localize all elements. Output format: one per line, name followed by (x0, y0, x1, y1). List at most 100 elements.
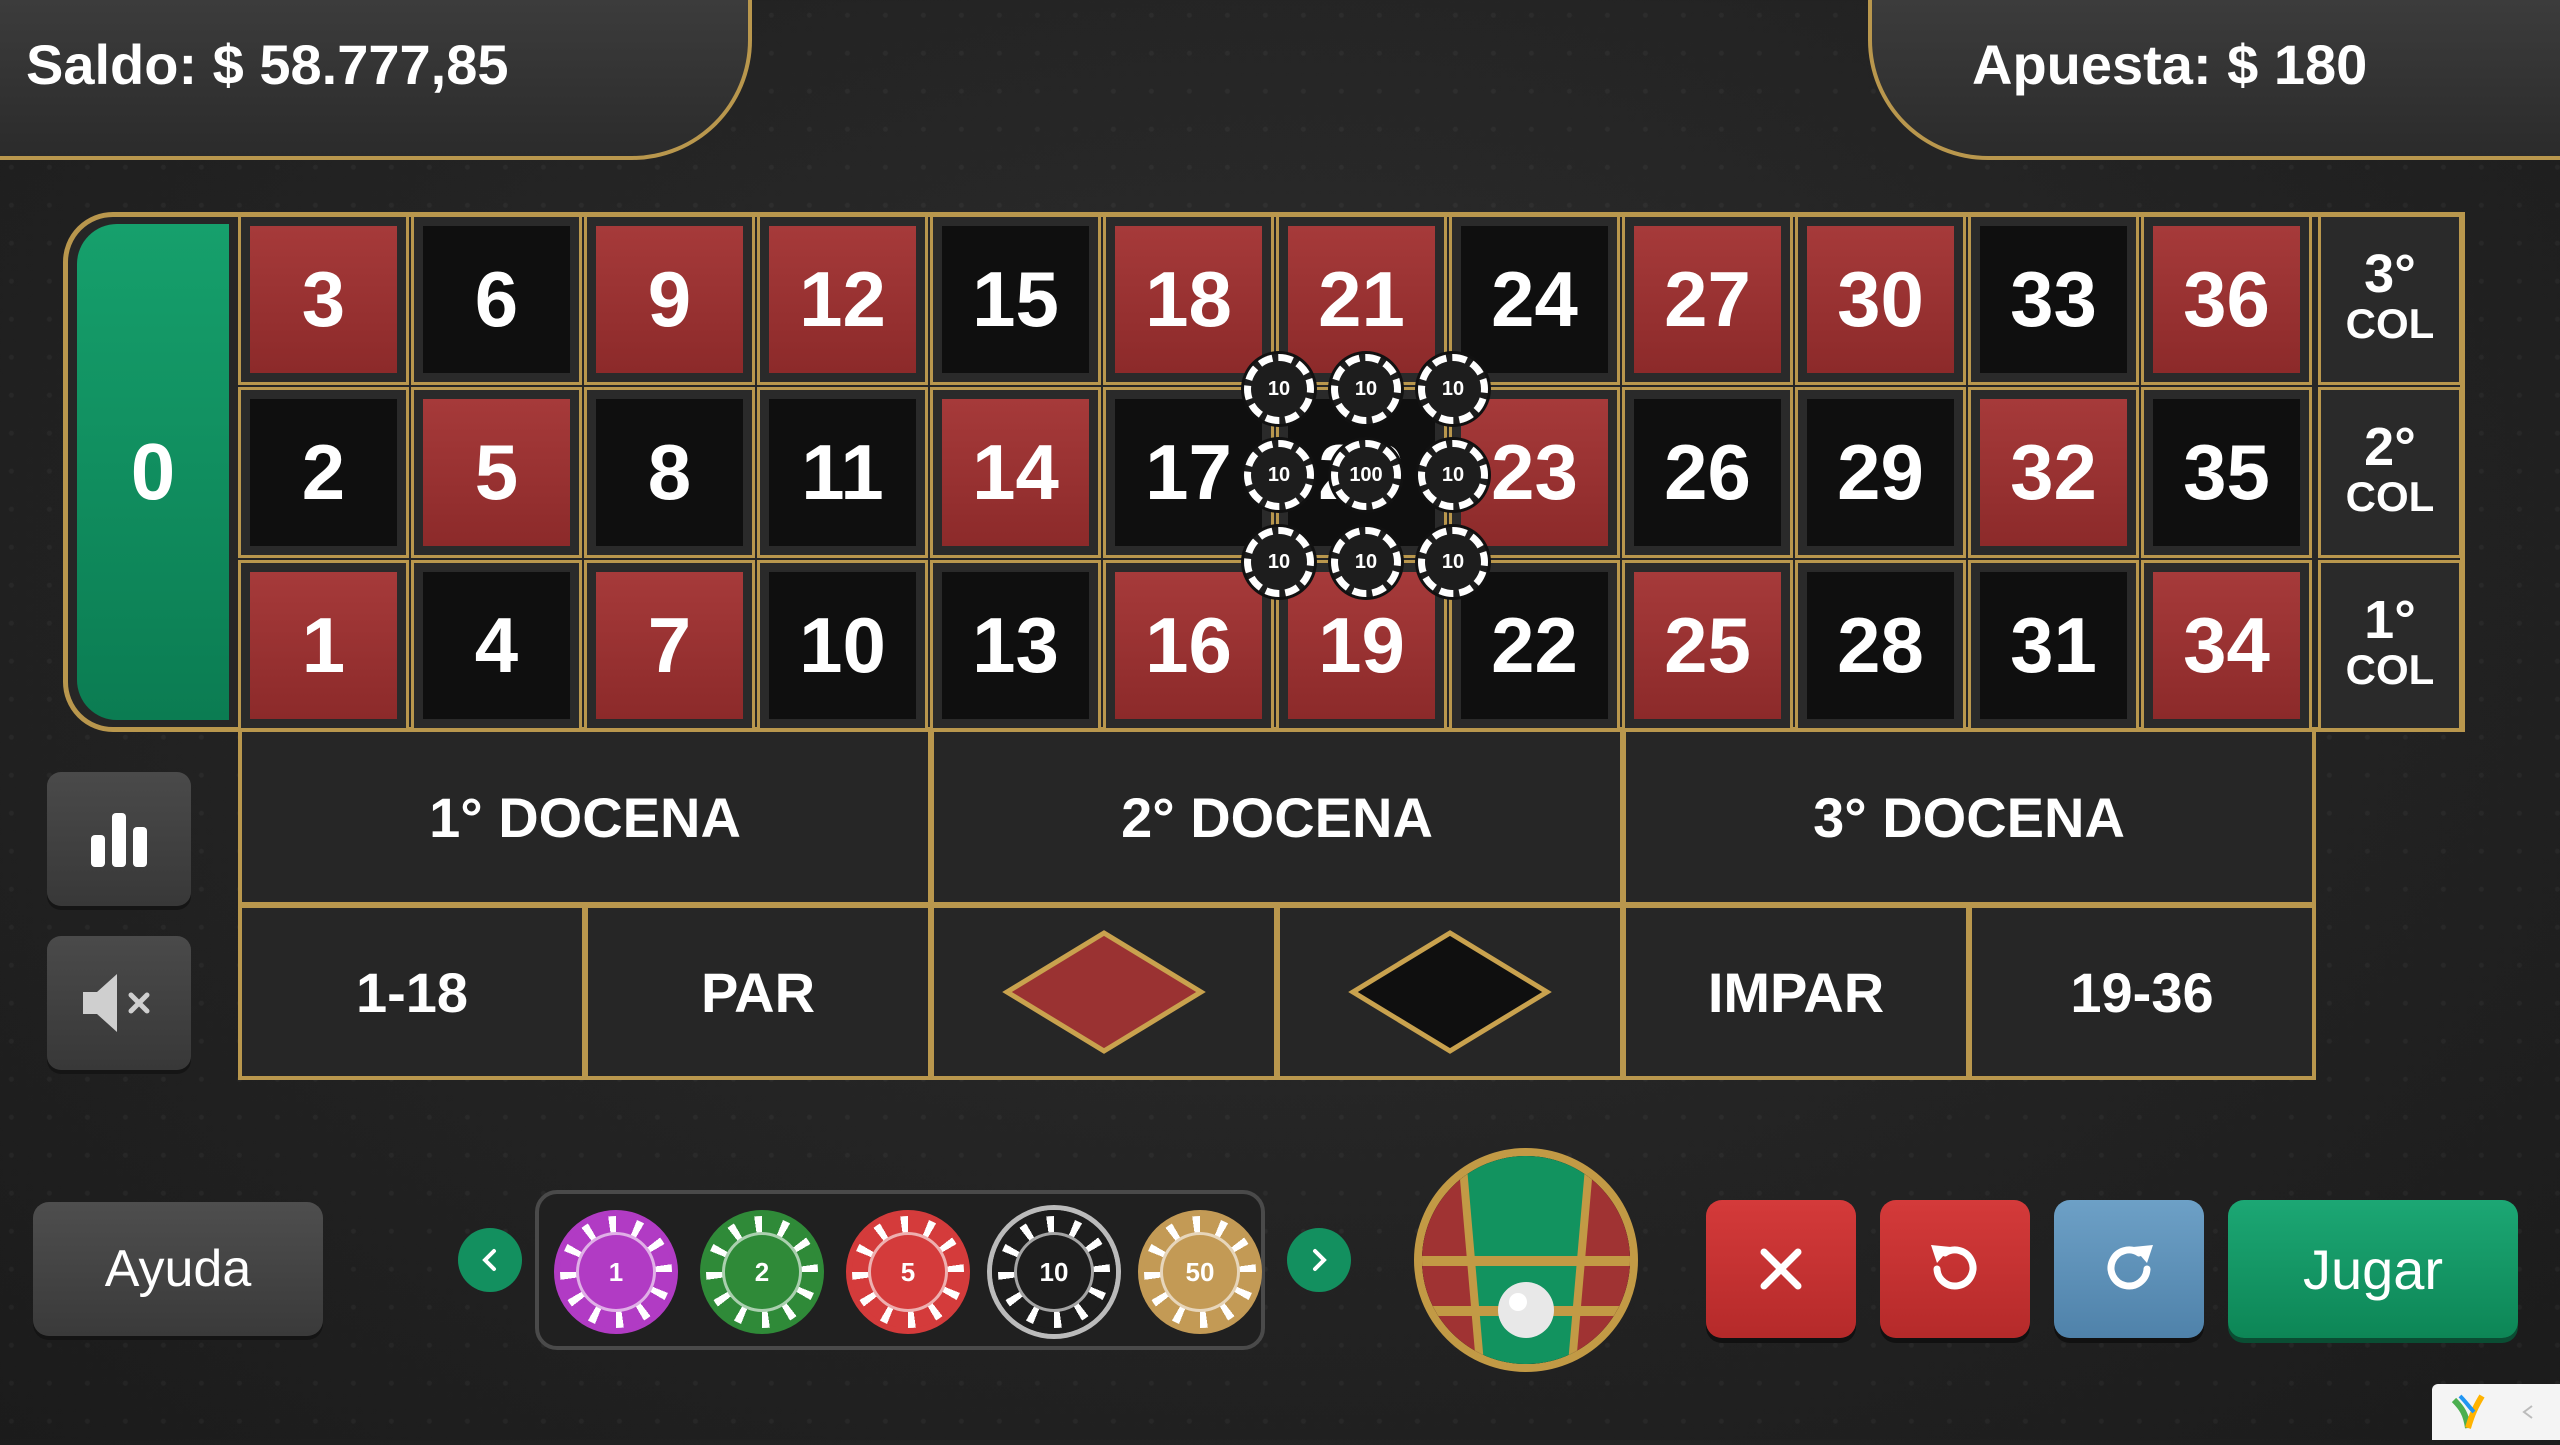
placed-chip-value: 10 (1441, 377, 1465, 400)
low-bet[interactable]: 1-18 (238, 904, 586, 1080)
chip-10-value: 10 (1014, 1232, 1094, 1312)
number-cell-11[interactable]: 11 (757, 387, 928, 558)
chip-10-selected[interactable]: 10 (992, 1210, 1116, 1334)
chip-5[interactable]: 5 (846, 1210, 970, 1334)
number-cell-34[interactable]: 34 (2141, 560, 2312, 731)
number-label: 26 (1634, 399, 1781, 546)
zero-cell[interactable]: 0 (77, 224, 229, 720)
number-cell-4[interactable]: 4 (411, 560, 582, 731)
placed-chip[interactable]: 10 (1418, 440, 1488, 510)
number-cell-31[interactable]: 31 (1968, 560, 2139, 731)
chevron-left-icon (482, 1249, 496, 1271)
chevron-right-icon (1313, 1249, 1327, 1271)
corner-logo-icon (2451, 1394, 2533, 1429)
speaker-muted-icon (83, 974, 150, 1032)
number-cell-18[interactable]: 18 (1103, 214, 1274, 385)
placed-chip-value: 10 (1267, 463, 1291, 486)
number-label: 3 (250, 226, 397, 373)
column-1-label: 1° (2364, 590, 2416, 650)
number-label: 1 (250, 572, 397, 719)
chip-5-value: 5 (868, 1232, 948, 1312)
mute-button[interactable] (47, 936, 191, 1070)
chip-50[interactable]: 50 (1138, 1210, 1262, 1334)
number-cell-14[interactable]: 14 (930, 387, 1101, 558)
number-cell-9[interactable]: 9 (584, 214, 755, 385)
number-cell-28[interactable]: 28 (1795, 560, 1966, 731)
number-label: 5 (423, 399, 570, 546)
number-cell-2[interactable]: 2 (238, 387, 409, 558)
number-cell-13[interactable]: 13 (930, 560, 1101, 731)
number-cell-32[interactable]: 32 (1968, 387, 2139, 558)
number-cell-8[interactable]: 8 (584, 387, 755, 558)
placed-chip[interactable]: 10 (1331, 354, 1401, 424)
number-cell-16[interactable]: 16 (1103, 560, 1274, 731)
placed-chip[interactable]: 10 (1244, 354, 1314, 424)
number-cell-24[interactable]: 24 (1449, 214, 1620, 385)
number-cell-5[interactable]: 5 (411, 387, 582, 558)
number-cell-35[interactable]: 35 (2141, 387, 2312, 558)
number-cell-10[interactable]: 10 (757, 560, 928, 731)
number-label: 24 (1461, 226, 1608, 373)
placed-chip[interactable]: 10 (1418, 354, 1488, 424)
balance-panel: Saldo: $ 58.777,85 (0, 0, 752, 160)
placed-chip[interactable]: 10 (1244, 527, 1314, 597)
dozen-3-bet[interactable]: 3° DOCENA (1622, 732, 2316, 906)
number-cell-36[interactable]: 36 (2141, 214, 2312, 385)
placed-chip[interactable]: 100 (1331, 440, 1401, 510)
number-cell-15[interactable]: 15 (930, 214, 1101, 385)
column-bet-3[interactable]: 3° COL (2318, 214, 2462, 385)
number-cell-7[interactable]: 7 (584, 560, 755, 731)
even-label: PAR (700, 960, 816, 1024)
number-cell-30[interactable]: 30 (1795, 214, 1966, 385)
column-3-sub: COL (2345, 300, 2435, 347)
placed-chip[interactable]: 10 (1244, 440, 1314, 510)
column-1-sub: COL (2345, 646, 2435, 693)
number-cell-6[interactable]: 6 (411, 214, 582, 385)
play-button[interactable]: Jugar (2228, 1200, 2518, 1338)
column-bet-2[interactable]: 2° COL (2318, 387, 2462, 558)
statistics-button[interactable] (47, 772, 191, 906)
number-label: 35 (2153, 399, 2300, 546)
number-label: 10 (769, 572, 916, 719)
number-label: 27 (1634, 226, 1781, 373)
placed-chip[interactable]: 10 (1418, 527, 1488, 597)
number-cell-33[interactable]: 33 (1968, 214, 2139, 385)
redo-button[interactable] (2054, 1200, 2204, 1338)
high-label: 19-36 (2070, 960, 2214, 1024)
help-label: Ayuda (104, 1240, 252, 1298)
number-cell-27[interactable]: 27 (1622, 214, 1793, 385)
number-label: 25 (1634, 572, 1781, 719)
number-cell-1[interactable]: 1 (238, 560, 409, 731)
chip-50-value: 50 (1160, 1232, 1240, 1312)
chips-prev-button[interactable] (458, 1228, 522, 1292)
roulette-wheel-preview (1414, 1148, 1638, 1372)
number-label: 18 (1115, 226, 1262, 373)
clear-bets-button[interactable] (1706, 1200, 1856, 1338)
even-bet[interactable]: PAR (584, 904, 932, 1080)
chip-1[interactable]: 1 (554, 1210, 678, 1334)
chips-next-button[interactable] (1287, 1228, 1351, 1292)
red-bet[interactable] (930, 904, 1278, 1080)
odd-bet[interactable]: IMPAR (1622, 904, 1970, 1080)
bar-chart-icon (91, 813, 147, 867)
dozen-1-bet[interactable]: 1° DOCENA (238, 732, 932, 906)
chip-2[interactable]: 2 (700, 1210, 824, 1334)
number-cell-29[interactable]: 29 (1795, 387, 1966, 558)
corner-widget[interactable] (2432, 1384, 2560, 1440)
number-cell-3[interactable]: 3 (238, 214, 409, 385)
help-button[interactable]: Ayuda (33, 1202, 323, 1336)
placed-chip-value: 10 (1441, 463, 1465, 486)
number-cell-12[interactable]: 12 (757, 214, 928, 385)
placed-chip-value: 100 (1349, 463, 1383, 486)
number-cell-26[interactable]: 26 (1622, 387, 1793, 558)
undo-button[interactable] (1880, 1200, 2030, 1338)
dozen-2-label: 2° DOCENA (1121, 785, 1433, 849)
column-bet-1[interactable]: 1° COL (2318, 560, 2462, 731)
number-label: 36 (2153, 226, 2300, 373)
dozen-2-bet[interactable]: 2° DOCENA (930, 732, 1624, 906)
high-bet[interactable]: 19-36 (1968, 904, 2316, 1080)
placed-chip[interactable]: 10 (1331, 527, 1401, 597)
black-bet[interactable] (1276, 904, 1624, 1080)
number-cell-25[interactable]: 25 (1622, 560, 1793, 731)
number-label: 11 (769, 399, 916, 546)
